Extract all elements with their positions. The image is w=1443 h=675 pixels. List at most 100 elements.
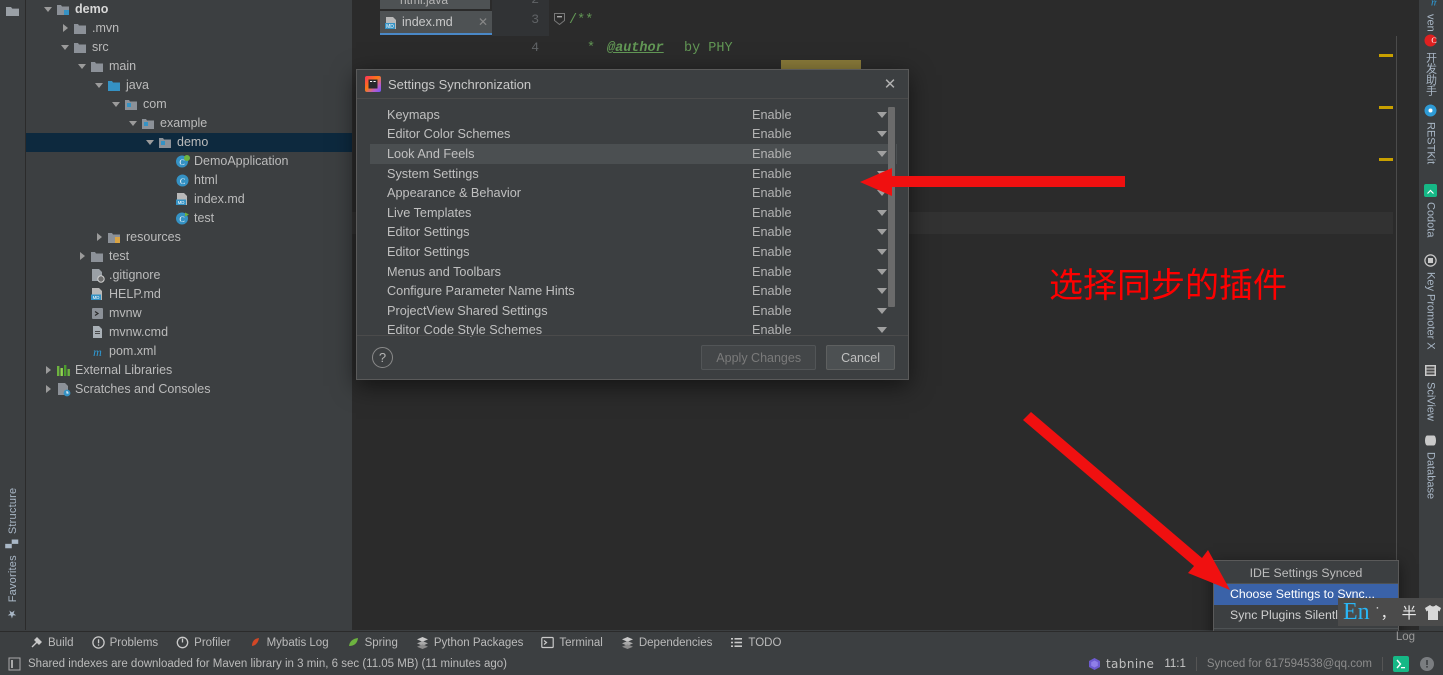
right-tool-codota[interactable]: Codota (1418, 180, 1443, 241)
settings-sync-row[interactable]: Appearance & Behavior Enable (370, 183, 897, 203)
chevron-right-icon[interactable] (43, 384, 54, 395)
editor-warning-marker[interactable] (1379, 106, 1393, 109)
tree-row-index-md[interactable]: MD index.md (26, 190, 352, 209)
settings-sync-row[interactable]: System Settings Enable (370, 164, 897, 184)
tabnine-widget[interactable]: tabnine (1088, 657, 1154, 671)
editor-tab-html-java[interactable]: html.java (380, 0, 490, 9)
tree-row-mvnw-cmd[interactable]: mvnw.cmd (26, 323, 352, 342)
script-icon (90, 306, 105, 321)
chevron-down-icon[interactable] (128, 118, 139, 129)
editor-warning-marker[interactable] (1379, 158, 1393, 161)
left-tool-structure[interactable]: ▚ Structure (0, 484, 26, 552)
tree-row-src[interactable]: src (26, 38, 352, 57)
editor-tab-index-md[interactable]: MD index.md ✕ (380, 11, 492, 33)
chevron-right-icon[interactable] (60, 23, 71, 34)
dialog-scrollbar-thumb[interactable] (888, 107, 895, 307)
chevron-right-icon[interactable] (94, 232, 105, 243)
tree-row-demo[interactable]: demo (26, 0, 352, 19)
bottom-tool-label: Problems (109, 636, 159, 649)
settings-sync-row[interactable]: ProjectView Shared Settings Enable (370, 301, 897, 321)
sync-menu-header: IDE Settings Synced (1214, 563, 1398, 584)
bottom-tool-mybatis-log[interactable]: Mybatis Log (249, 636, 329, 649)
tree-row-html[interactable]: Chtml (26, 171, 352, 190)
apply-changes-button[interactable]: Apply Changes (701, 345, 817, 370)
notification-icon[interactable] (1419, 656, 1435, 672)
tree-row-demo[interactable]: demo (26, 133, 352, 152)
bottom-tool-dependencies[interactable]: Dependencies (621, 636, 712, 649)
project-tree[interactable]: demo .mvn src main java com example demo C DemoAp… (26, 0, 352, 630)
tree-row-test[interactable]: Ctest (26, 209, 352, 228)
tree-row-help-md[interactable]: MD HELP.md (26, 285, 352, 304)
chevron-down-icon[interactable] (60, 42, 71, 53)
tree-row--gitignore[interactable]: .gitignore (26, 266, 352, 285)
settings-sync-row-value: Enable (752, 146, 792, 161)
editor-warning-marker[interactable] (1379, 54, 1393, 57)
ime-language-indicator[interactable]: En (1343, 599, 1370, 626)
bottom-tool-spring[interactable]: Spring (347, 636, 398, 649)
settings-sync-row[interactable]: Look And Feels Enable (370, 144, 897, 164)
bottom-tool-problems[interactable]: Problems (91, 636, 159, 649)
tree-row-demoapplication[interactable]: C DemoApplication (26, 152, 352, 171)
tree-row-resources[interactable]: resources (26, 228, 352, 247)
tree-row-pom-xml[interactable]: m pom.xml (26, 342, 352, 361)
bottom-tool-label: Terminal (559, 636, 603, 649)
chevron-down-icon[interactable] (43, 4, 54, 15)
tree-row-label: .gitignore (109, 268, 161, 282)
chevron-down-icon[interactable] (94, 80, 105, 91)
tree-row-java[interactable]: java (26, 76, 352, 95)
tree-row-example[interactable]: example (26, 114, 352, 133)
bottom-tool-todo[interactable]: TODO (730, 636, 781, 649)
settings-sync-row[interactable]: Keymaps Enable (370, 105, 897, 125)
terminal-green-icon[interactable] (1393, 656, 1409, 672)
tree-row-com[interactable]: com (26, 95, 352, 114)
close-icon[interactable]: ✕ (478, 11, 488, 33)
ime-status-overlay[interactable]: En ˙， 半 (1338, 598, 1443, 626)
tree-row-external-libraries[interactable]: External Libraries (26, 361, 352, 380)
right-tool-key-promoter-x[interactable]: Key Promoter X (1418, 250, 1443, 354)
help-button[interactable]: ? (372, 347, 393, 368)
settings-sync-row[interactable]: Live Templates Enable (370, 203, 897, 223)
bottom-tool-terminal[interactable]: Terminal (541, 636, 603, 649)
tree-row-test[interactable]: test (26, 247, 352, 266)
close-icon[interactable]: ✕ (882, 77, 898, 93)
settings-sync-row[interactable]: Editor Settings Enable (370, 223, 897, 243)
right-tool-restkit[interactable]: RESTKit (1418, 100, 1443, 168)
settings-sync-row[interactable]: Editor Settings Enable (370, 242, 897, 262)
settings-sync-row[interactable]: Editor Color Schemes Enable (370, 125, 897, 145)
svg-text:C: C (1431, 36, 1436, 45)
settings-synchronization-dialog[interactable]: Settings Synchronization ✕ Keymaps Enable… (356, 69, 909, 380)
bottom-tool-profiler[interactable]: Profiler (176, 636, 231, 649)
tree-row-scratches-and-consoles[interactable]: Scratches and Consoles (26, 380, 352, 399)
right-tool--[interactable]: C 开发助手 (1418, 30, 1443, 100)
status-message[interactable]: Shared indexes are downloaded for Maven … (8, 657, 507, 671)
settings-sync-row[interactable]: Configure Parameter Name Hints Enable (370, 281, 897, 301)
bottom-tool-build[interactable]: Build (30, 636, 74, 649)
chevron-down-icon[interactable] (77, 61, 88, 72)
shirt-icon[interactable] (1423, 604, 1443, 621)
settings-sync-list[interactable]: Keymaps Enable Editor Color Schemes Enable L… (370, 105, 897, 370)
svg-text:C: C (180, 177, 185, 186)
chevron-down-icon[interactable] (145, 137, 156, 148)
caret-position[interactable]: 11:1 (1164, 658, 1186, 670)
tree-row-main[interactable]: main (26, 57, 352, 76)
dialog-scrollbar-track[interactable] (888, 105, 896, 370)
ime-halfwidth-icon[interactable]: 半 (1402, 602, 1417, 623)
dialog-title-bar: Settings Synchronization ✕ (357, 70, 908, 99)
settings-sync-row[interactable]: Menus and Toolbars Enable (370, 262, 897, 282)
code-fold-icon[interactable] (554, 13, 565, 26)
sync-account-label[interactable]: Synced for 617594538@qq.com (1207, 658, 1372, 670)
chevron-down-icon[interactable] (111, 99, 122, 110)
right-tool-database[interactable]: Database (1418, 430, 1443, 503)
ime-punctuation-icon[interactable]: ˙， (1376, 602, 1396, 623)
status-bar-right: tabnine 11:1 Synced for 617594538@qq.com (1088, 653, 1443, 675)
tree-row-mvnw[interactable]: mvnw (26, 304, 352, 323)
project-folder-icon[interactable] (5, 4, 20, 16)
chevron-right-icon[interactable] (77, 251, 88, 262)
cancel-button[interactable]: Cancel (826, 345, 895, 370)
right-tool-sciview[interactable]: SciView (1418, 360, 1443, 425)
tree-row--mvn[interactable]: .mvn (26, 19, 352, 38)
left-tool-favorites[interactable]: ★ Favorites (0, 551, 26, 624)
bottom-tool-python-packages[interactable]: Python Packages (416, 636, 523, 649)
editor-code[interactable]: /** * @author by PHY (549, 0, 1418, 69)
chevron-right-icon[interactable] (43, 365, 54, 376)
